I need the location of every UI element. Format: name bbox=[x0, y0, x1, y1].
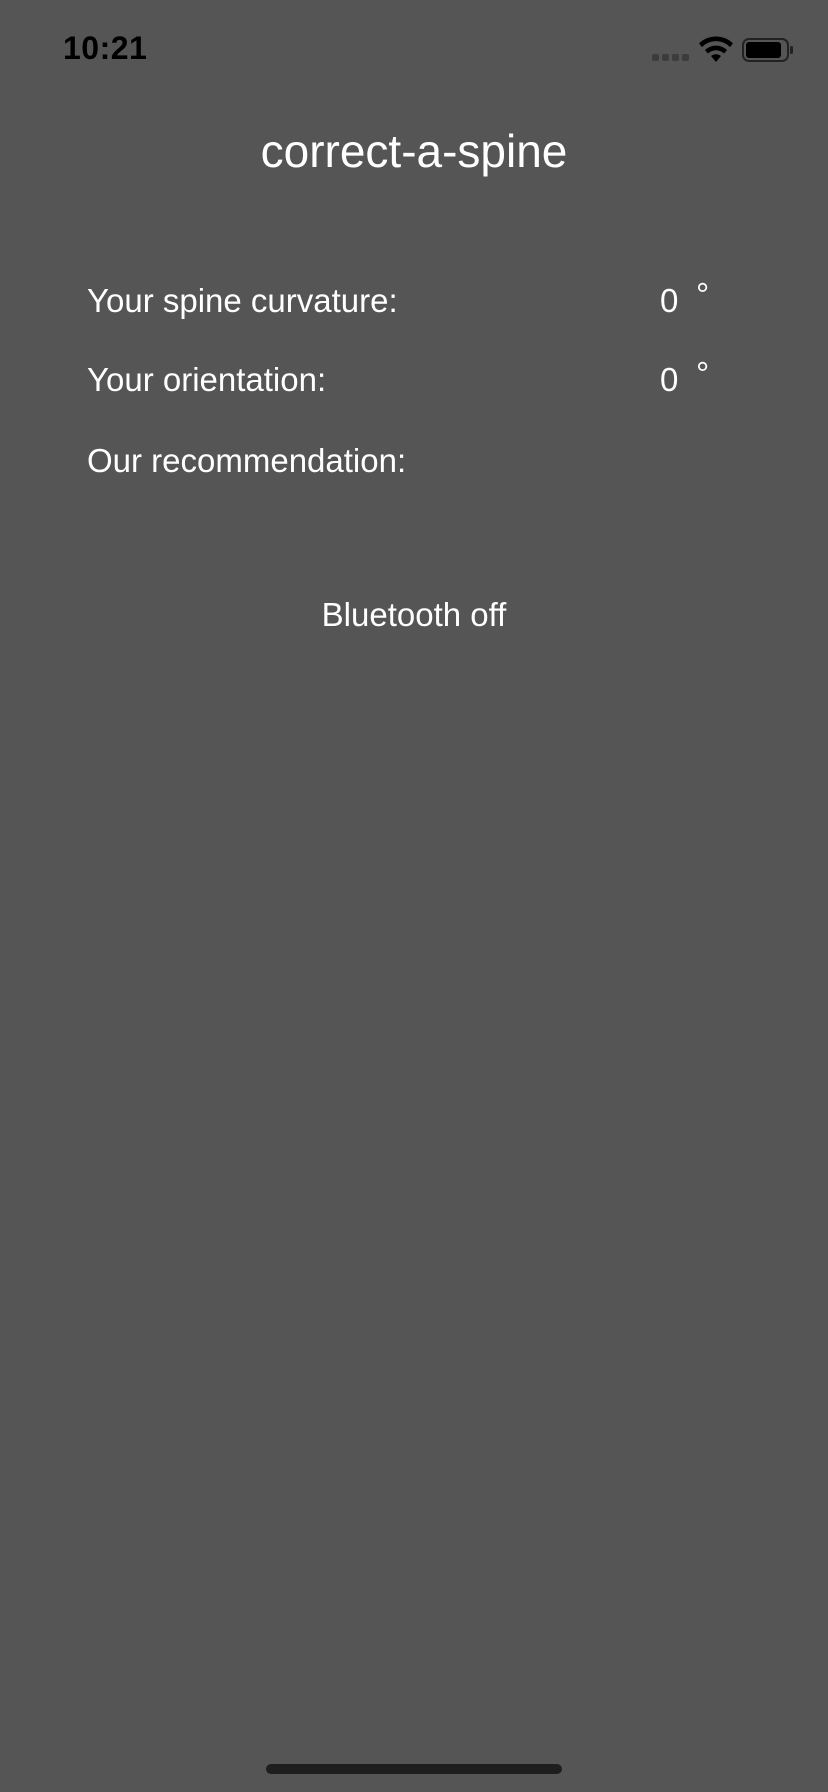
recommendation-row: Our recommendation: bbox=[87, 442, 747, 486]
bluetooth-status: Bluetooth off bbox=[321, 596, 507, 633]
cellular-signal-icon bbox=[652, 54, 689, 61]
home-indicator[interactable] bbox=[266, 1764, 562, 1774]
orientation-value: 0 bbox=[660, 361, 679, 398]
recommendation-label: Our recommendation: bbox=[87, 442, 407, 479]
spine-curvature-unit: ° bbox=[696, 276, 710, 313]
orientation-row: Your orientation: 0 ° bbox=[87, 355, 747, 405]
status-bar: 10:21 bbox=[0, 0, 828, 100]
wifi-icon bbox=[699, 36, 733, 62]
app-title: correct-a-spine bbox=[260, 125, 568, 177]
orientation-unit: ° bbox=[696, 355, 710, 392]
spine-curvature-row: Your spine curvature: 0 ° bbox=[87, 276, 747, 326]
spine-curvature-value: 0 bbox=[660, 282, 679, 319]
spine-curvature-label: Your spine curvature: bbox=[87, 282, 398, 319]
status-time: 10:21 bbox=[63, 30, 148, 66]
battery-icon bbox=[742, 38, 793, 62]
orientation-label: Your orientation: bbox=[87, 361, 327, 398]
